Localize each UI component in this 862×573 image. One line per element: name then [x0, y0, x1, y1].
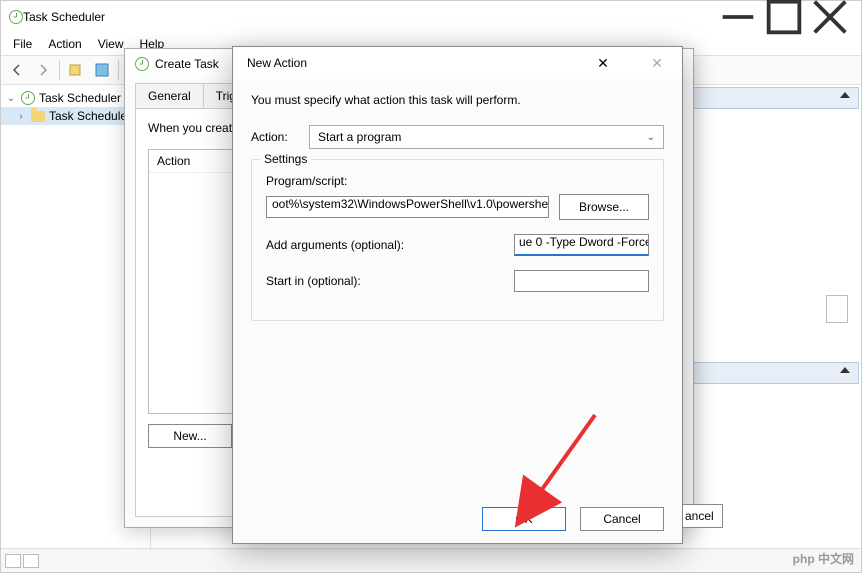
close-button[interactable] — [807, 1, 853, 33]
startin-label: Start in (optional): — [266, 274, 361, 288]
new-action-title: New Action — [247, 56, 588, 70]
new-action-intro: You must specify what action this task w… — [251, 93, 664, 107]
settings-fieldset: Settings Program/script: oot%\system32\W… — [251, 159, 664, 321]
new-action-titlebar: New Action ✕ ✕ — [233, 47, 682, 79]
menu-file[interactable]: File — [5, 34, 40, 54]
new-action-body: You must specify what action this task w… — [233, 79, 682, 495]
startin-row: Start in (optional): — [266, 270, 649, 292]
close-button[interactable]: ✕ — [588, 53, 618, 73]
startin-input[interactable] — [514, 270, 649, 292]
program-row: oot%\system32\WindowsPowerShell\v1.0\pow… — [266, 194, 649, 220]
menu-action[interactable]: Action — [40, 34, 89, 54]
minimize-button[interactable] — [715, 1, 761, 33]
titlebar: Task Scheduler — [1, 1, 861, 33]
forward-button[interactable] — [31, 58, 55, 82]
toolbar-btn-1[interactable] — [64, 58, 88, 82]
partial-cancel-button[interactable]: ancel — [683, 504, 723, 528]
close-button-behind: ✕ — [642, 53, 672, 73]
program-input[interactable]: oot%\system32\WindowsPowerShell\v1.0\pow… — [266, 196, 549, 218]
folder-icon — [31, 111, 45, 122]
chevron-down-icon: ⌄ — [647, 132, 655, 143]
arguments-label: Add arguments (optional): — [266, 238, 404, 252]
maximize-button[interactable] — [761, 1, 807, 33]
expand-icon[interactable]: › — [15, 111, 27, 122]
arguments-input[interactable]: ue 0 -Type Dword -Force — [514, 234, 649, 256]
tab-general[interactable]: General — [135, 83, 204, 108]
window-title: Task Scheduler — [23, 10, 715, 24]
toolbar-separator — [59, 60, 60, 80]
action-dropdown-value: Start a program — [318, 130, 401, 144]
tree-root-label: Task Scheduler (L — [39, 91, 135, 105]
dialog-icon — [135, 57, 149, 71]
action-row: Action: Start a program ⌄ — [251, 125, 664, 149]
new-action-dialog: New Action ✕ ✕ You must specify what act… — [232, 46, 683, 544]
tree-library-label: Task Schedule — [49, 109, 127, 123]
action-dropdown[interactable]: Start a program ⌄ — [309, 125, 664, 149]
settings-legend: Settings — [260, 152, 311, 166]
toolbar-separator — [118, 60, 119, 80]
partial-button[interactable] — [826, 295, 848, 323]
button-bar: OK Cancel — [233, 495, 682, 543]
statusbar — [1, 548, 861, 572]
collapse-arrow-icon — [840, 92, 850, 98]
window-buttons — [715, 1, 853, 33]
watermark: php 中文网 — [793, 550, 854, 567]
new-action-button[interactable]: New... — [148, 424, 232, 448]
status-box — [5, 554, 21, 568]
ok-button[interactable]: OK — [482, 507, 566, 531]
expand-icon[interactable]: ⌄ — [5, 93, 17, 104]
action-label: Action: — [251, 130, 299, 144]
app-icon — [9, 10, 23, 24]
status-box — [23, 554, 39, 568]
back-button[interactable] — [5, 58, 29, 82]
collapse-arrow-icon — [840, 367, 850, 373]
cancel-button[interactable]: Cancel — [580, 507, 664, 531]
program-label: Program/script: — [266, 174, 649, 188]
arguments-row: Add arguments (optional): ue 0 -Type Dwo… — [266, 234, 649, 256]
scheduler-icon — [21, 91, 35, 105]
toolbar-btn-2[interactable] — [90, 58, 114, 82]
browse-button[interactable]: Browse... — [559, 194, 649, 220]
